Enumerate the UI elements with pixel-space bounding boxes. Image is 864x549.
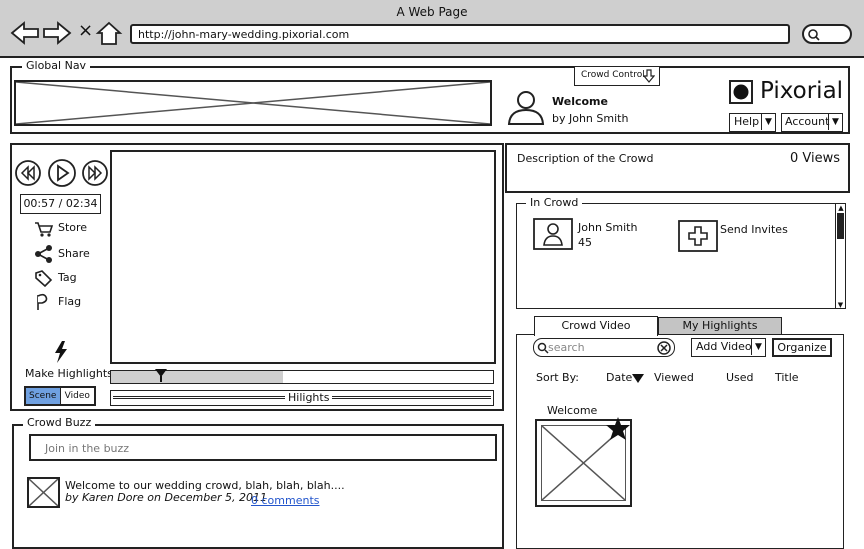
fast-forward-icon[interactable] [82,160,108,186]
action-label: Tag [58,271,77,284]
action-label: Share [58,247,90,260]
sort-by-label: Sort By: [536,371,580,384]
tag-icon [35,270,53,287]
video-search-input[interactable]: search [533,338,675,357]
chevron-down-icon: ▼ [761,114,775,130]
member-name: John Smith [578,221,638,234]
pixorial-logo-icon [729,80,753,104]
clear-icon[interactable] [657,341,671,355]
cart-icon [35,222,54,237]
browser-chrome: A Web Page × http://john-mary-wedding.pi… [0,0,864,58]
hilights-bar[interactable]: Hilights [110,390,494,406]
comment-meta: by Karen Dore on December 5, 2011 [65,491,268,504]
member-avatar-icon [533,218,573,250]
back-icon[interactable] [10,21,39,45]
banner-placeholder [14,80,492,126]
sort-date[interactable]: Date [606,371,632,384]
time-display: 00:57 / 02:34 [20,194,101,214]
make-highlights-label: Make Highlights [25,367,113,380]
member-count: 45 [578,236,592,249]
store-action[interactable]: Store [32,220,112,240]
send-invites-label: Send Invites [720,223,788,236]
browser-search[interactable] [802,24,852,44]
flag-action[interactable]: Flag [32,293,112,313]
scrollbar[interactable]: ▲ ▼ [835,203,846,309]
search-placeholder: search [548,341,585,354]
star-icon[interactable] [605,416,631,441]
tag-action[interactable]: Tag [32,269,112,289]
nav-icons [10,21,123,45]
sort-title[interactable]: Title [775,371,799,384]
crowd-description: Description of the Crowd [517,152,654,165]
sort-viewed[interactable]: Viewed [654,371,694,384]
send-invites-button[interactable]: Send Invites [678,220,798,252]
share-action[interactable]: Share [32,245,112,265]
url-bar[interactable]: http://john-mary-wedding.pixorial.com [130,24,790,44]
global-nav-legend: Global Nav [22,60,91,72]
progress-fill [111,371,283,383]
sort-used[interactable]: Used [726,371,754,384]
add-video-button[interactable]: Add Video ▼ [691,338,766,357]
in-crowd-legend: In Crowd [526,197,583,209]
organize-button[interactable]: Organize [772,338,832,357]
arrow-down-icon [643,69,655,83]
play-icon[interactable] [48,159,76,187]
scene-toggle[interactable]: Scene [26,388,61,404]
chevron-down-icon: ▼ [828,114,842,130]
buzz-input[interactable]: Join in the buzz [29,434,497,461]
buzz-placeholder: Join in the buzz [45,442,130,455]
help-label: Help [734,115,760,128]
lightning-icon [55,341,67,363]
welcome-text: Welcome [552,95,608,108]
home-icon[interactable] [95,21,123,45]
add-video-label: Add Video [696,340,752,353]
video-toggle[interactable]: Video [61,388,95,404]
rewind-icon[interactable] [15,160,41,186]
by-user-text: by John Smith [552,112,629,125]
commenter-avatar [27,477,60,508]
account-button[interactable]: Account ▼ [781,113,843,132]
close-icon[interactable]: × [78,20,93,41]
search-icon [808,29,820,41]
user-avatar-icon [507,91,545,125]
crowd-buzz-legend: Crowd Buzz [23,417,96,429]
tab-my-highlights[interactable]: My Highlights [658,317,782,334]
comments-link[interactable]: 0 comments [251,494,320,507]
help-button[interactable]: Help ▼ [729,113,776,132]
sort-arrow-icon [632,374,644,383]
views-count: 0 Views [790,151,841,166]
playback-controls [15,159,108,187]
flag-icon [37,293,48,310]
share-icon [35,245,52,263]
hilights-label: Hilights [285,391,333,404]
action-label: Store [58,221,88,234]
window-title: A Web Page [396,5,468,19]
logo-text: Pixorial [760,78,844,104]
tab-crowd-video[interactable]: Crowd Video [534,316,658,336]
video-item-title: Welcome [547,404,598,417]
playhead-icon[interactable] [154,368,168,382]
video-viewport[interactable] [110,150,496,364]
account-label: Account [785,115,830,128]
scene-video-toggle: Scene Video [24,386,96,406]
plus-icon [678,220,718,252]
forward-icon[interactable] [43,21,72,45]
action-label: Flag [58,295,82,308]
crowd-control-label: Crowd Control [581,70,645,80]
crowd-control-button[interactable]: Crowd Control [574,66,660,86]
chevron-down-icon: ▼ [751,339,765,355]
